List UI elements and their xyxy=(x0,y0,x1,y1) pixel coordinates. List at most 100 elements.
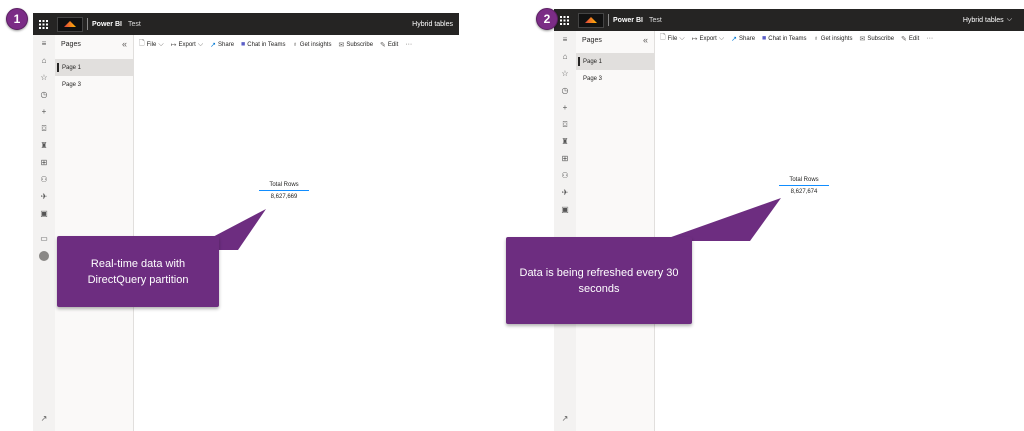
home-icon[interactable]: ⌂ xyxy=(554,48,576,65)
more-icon: ··· xyxy=(926,35,934,42)
card-value: 8,627,674 xyxy=(790,189,818,195)
export-icon: ↦ xyxy=(691,35,698,43)
total-rows-card[interactable]: Total Rows 8,627,674 xyxy=(779,177,829,195)
mail-icon: ✉ xyxy=(859,35,866,43)
create-icon[interactable]: + xyxy=(33,103,55,120)
apps-icon[interactable]: ⊞ xyxy=(33,154,55,171)
callout-text: Data is being refreshed every 30 seconds xyxy=(519,266,679,295)
pencil-icon: ✎ xyxy=(380,41,386,49)
my-workspace-icon[interactable]: ▭ xyxy=(33,230,55,247)
product-name[interactable]: Power BI xyxy=(613,17,643,24)
edit-button[interactable]: ✎ Edit xyxy=(380,41,398,49)
report-title[interactable]: Hybrid tables ⌵ xyxy=(963,16,1012,24)
favorites-icon[interactable]: ☆ xyxy=(554,65,576,82)
more-options-button[interactable]: ··· xyxy=(405,41,412,48)
subscribe-label: Subscribe xyxy=(867,35,895,42)
total-rows-card[interactable]: Total Rows 8,627,669 xyxy=(259,182,309,200)
page-tab-label: Page 3 xyxy=(62,81,82,88)
org-logo[interactable] xyxy=(57,16,83,32)
goals-icon[interactable]: ♜ xyxy=(554,133,576,150)
hamburger-icon[interactable]: ≡ xyxy=(554,31,576,48)
lightbulb-icon: ♁ xyxy=(813,35,819,42)
export-label: Export xyxy=(178,41,196,48)
divider xyxy=(87,18,88,30)
share-icon: ↗ xyxy=(731,35,738,43)
left-nav: ≡ ⌂ ☆ ◷ + ⌼ ♜ ⊞ ⚇ ✈ ▣ ↗ xyxy=(554,31,576,431)
pages-title: Pages xyxy=(61,40,81,48)
edit-button[interactable]: ✎ Edit xyxy=(901,35,919,43)
chevron-down-icon: ⌵ xyxy=(158,40,164,48)
subscribe-button[interactable]: ✉ Subscribe xyxy=(338,41,373,49)
step-badge-1: 1 xyxy=(6,8,28,30)
recent-icon[interactable]: ◷ xyxy=(554,82,576,99)
action-toolbar: 🗋 File ⌵ ↦ Export ⌵ ↗ Share ■ Chat in Teams ♁ G… xyxy=(139,36,412,53)
page-tab-3[interactable]: Page 3 xyxy=(55,76,133,93)
home-icon[interactable]: ⌂ xyxy=(33,52,55,69)
product-name[interactable]: Power BI xyxy=(92,21,122,28)
get-insights-button[interactable]: ♁ Get insights xyxy=(293,41,332,48)
workspaces-icon[interactable]: ▣ xyxy=(33,205,55,222)
export-menu[interactable]: ↦ Export ⌵ xyxy=(171,41,204,49)
chat-in-teams-button[interactable]: ■ Chat in Teams xyxy=(762,35,806,42)
collapse-pane-icon[interactable]: « xyxy=(643,35,648,45)
page-tab-3[interactable]: Page 3 xyxy=(576,70,654,87)
org-logo[interactable] xyxy=(578,12,604,28)
page-tab-1[interactable]: Page 1 xyxy=(576,53,654,70)
workspaces-icon[interactable]: ▣ xyxy=(554,201,576,218)
file-icon: 🗋 xyxy=(139,40,145,47)
export-icon: ↦ xyxy=(170,41,177,49)
mail-icon: ✉ xyxy=(338,41,345,49)
shared-icon[interactable]: ⚇ xyxy=(554,167,576,184)
recent-icon[interactable]: ◷ xyxy=(33,86,55,103)
more-options-button[interactable]: ··· xyxy=(926,35,933,42)
apps-icon[interactable]: ⊞ xyxy=(554,150,576,167)
shared-icon[interactable]: ⚇ xyxy=(33,171,55,188)
create-icon[interactable]: + xyxy=(554,99,576,116)
card-title: Total Rows xyxy=(779,177,829,186)
get-insights-button[interactable]: ♁ Get insights xyxy=(814,35,853,42)
pencil-icon: ✎ xyxy=(901,35,907,43)
learn-icon[interactable]: ✈ xyxy=(554,184,576,201)
export-menu[interactable]: ↦ Export ⌵ xyxy=(692,35,725,43)
favorites-icon[interactable]: ☆ xyxy=(33,69,55,86)
teams-icon: ■ xyxy=(762,35,767,42)
lightbulb-icon: ♁ xyxy=(292,41,298,48)
share-icon: ↗ xyxy=(210,41,217,49)
page-tab-label: Page 3 xyxy=(583,75,603,82)
top-bar: Power BI Test Hybrid tables ⌵ xyxy=(554,9,1024,31)
callout-box: Real-time data with DirectQuery partitio… xyxy=(57,236,219,307)
expand-icon[interactable]: ↗ xyxy=(554,410,576,427)
insights-label: Get insights xyxy=(299,41,332,48)
step-badge-2: 2 xyxy=(536,8,558,30)
learn-icon[interactable]: ✈ xyxy=(33,188,55,205)
card-value: 8,627,669 xyxy=(270,194,298,200)
page-tab-1[interactable]: Page 1 xyxy=(55,59,133,76)
app-launcher-icon[interactable] xyxy=(33,13,53,35)
report-title[interactable]: Hybrid tables xyxy=(412,21,453,28)
datasets-icon[interactable]: ⌼ xyxy=(33,120,55,137)
file-label: File xyxy=(667,35,678,42)
teams-label: Chat in Teams xyxy=(247,41,286,48)
goals-icon[interactable]: ♜ xyxy=(33,137,55,154)
page-tab-label: Page 1 xyxy=(583,58,603,65)
file-menu[interactable]: 🗋 File ⌵ xyxy=(139,39,164,50)
workspace-name[interactable]: Test xyxy=(128,21,141,28)
subscribe-label: Subscribe xyxy=(346,41,374,48)
expand-icon[interactable]: ↗ xyxy=(33,410,55,427)
file-menu[interactable]: 🗋 File ⌵ xyxy=(660,33,685,44)
chat-in-teams-button[interactable]: ■ Chat in Teams xyxy=(241,41,285,48)
share-button[interactable]: ↗ Share xyxy=(210,41,234,49)
datasets-icon[interactable]: ⌼ xyxy=(554,116,576,133)
share-button[interactable]: ↗ Share xyxy=(731,35,755,43)
chevron-down-icon: ⌵ xyxy=(1006,16,1012,23)
divider xyxy=(608,14,609,26)
export-label: Export xyxy=(699,35,717,42)
callout-text: Real-time data with DirectQuery partitio… xyxy=(87,257,189,286)
edit-label: Edit xyxy=(908,35,920,42)
subscribe-button[interactable]: ✉ Subscribe xyxy=(859,35,894,43)
account-icon[interactable] xyxy=(33,247,55,264)
hamburger-icon[interactable]: ≡ xyxy=(33,35,55,52)
workspace-name[interactable]: Test xyxy=(649,17,662,24)
collapse-pane-icon[interactable]: « xyxy=(122,39,127,49)
file-label: File xyxy=(146,41,157,48)
